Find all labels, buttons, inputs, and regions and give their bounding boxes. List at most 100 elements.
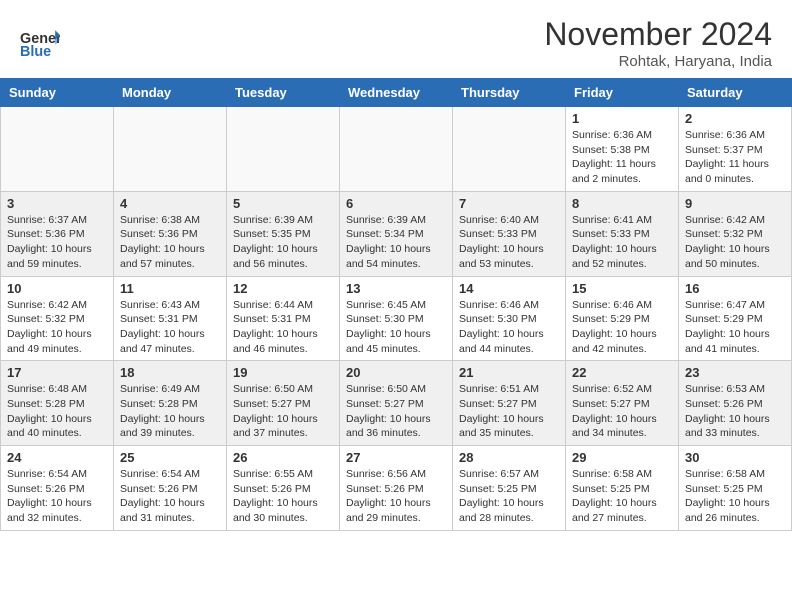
page-header: General Blue November 2024 Rohtak, Harya…	[0, 0, 792, 78]
day-number: 3	[7, 196, 107, 211]
calendar-row-0: 1 Sunrise: 6:36 AMSunset: 5:38 PMDaylight…	[1, 107, 792, 192]
weekday-header-wednesday: Wednesday	[340, 79, 453, 107]
calendar-row-2: 10Sunrise: 6:42 AMSunset: 5:32 PMDayligh…	[1, 276, 792, 361]
day-number: 17	[7, 365, 107, 380]
day-number: 1	[572, 111, 672, 126]
month-title: November 2024	[544, 16, 772, 53]
day-number: 9	[685, 196, 785, 211]
day-number: 16	[685, 281, 785, 296]
day-info: Sunrise: 6:56 AMSunset: 5:26 PMDaylight:…	[346, 467, 446, 526]
day-info: Sunrise: 6:45 AMSunset: 5:30 PMDaylight:…	[346, 298, 446, 357]
day-info: Sunrise: 6:39 AMSunset: 5:34 PMDaylight:…	[346, 213, 446, 272]
calendar-row-3: 17 Sunrise: 6:48 AMSunset: 5:28 PMDayligh…	[1, 361, 792, 446]
day-number: 21	[459, 365, 559, 380]
day-info: Sunrise: 6:58 AMSunset: 5:25 PMDaylight:…	[685, 467, 785, 526]
location: Rohtak, Haryana, India	[544, 53, 772, 70]
calendar-cell: 21 Sunrise: 6:51 AMSunset: 5:27 PMDayligh…	[453, 361, 566, 446]
day-number: 20	[346, 365, 446, 380]
weekday-header-saturday: Saturday	[679, 79, 792, 107]
calendar-cell: 10Sunrise: 6:42 AMSunset: 5:32 PMDayligh…	[1, 276, 114, 361]
day-info: Sunrise: 6:38 AMSunset: 5:36 PMDaylight:…	[120, 213, 220, 272]
calendar-cell	[453, 107, 566, 192]
day-info: Sunrise: 6:48 AMSunset: 5:28 PMDaylight:…	[7, 382, 107, 441]
calendar-cell	[340, 107, 453, 192]
calendar-cell: 8Sunrise: 6:41 AMSunset: 5:33 PMDaylight…	[566, 191, 679, 276]
day-info: Sunrise: 6:51 AMSunset: 5:27 PMDaylight:…	[459, 382, 559, 441]
day-info: Sunrise: 6:50 AMSunset: 5:27 PMDaylight:…	[233, 382, 333, 441]
day-number: 19	[233, 365, 333, 380]
day-info: Sunrise: 6:44 AMSunset: 5:31 PMDaylight:…	[233, 298, 333, 357]
day-info: Sunrise: 6:41 AMSunset: 5:33 PMDaylight:…	[572, 213, 672, 272]
calendar-cell: 27Sunrise: 6:56 AMSunset: 5:26 PMDayligh…	[340, 446, 453, 531]
calendar-cell: 30 Sunrise: 6:58 AMSunset: 5:25 PMDayligh…	[679, 446, 792, 531]
logo: General Blue	[20, 23, 60, 63]
day-info: Sunrise: 6:39 AMSunset: 5:35 PMDaylight:…	[233, 213, 333, 272]
day-info: Sunrise: 6:40 AMSunset: 5:33 PMDaylight:…	[459, 213, 559, 272]
day-info: Sunrise: 6:36 AMSunset: 5:37 PMDaylight:…	[685, 128, 785, 187]
calendar-cell: 17 Sunrise: 6:48 AMSunset: 5:28 PMDayligh…	[1, 361, 114, 446]
weekday-header-row: SundayMondayTuesdayWednesdayThursdayFrid…	[1, 79, 792, 107]
day-info: Sunrise: 6:42 AMSunset: 5:32 PMDaylight:…	[685, 213, 785, 272]
day-number: 25	[120, 450, 220, 465]
day-number: 11	[120, 281, 220, 296]
day-info: Sunrise: 6:57 AMSunset: 5:25 PMDaylight:…	[459, 467, 559, 526]
day-info: Sunrise: 6:58 AMSunset: 5:25 PMDaylight:…	[572, 467, 672, 526]
calendar-cell: 13 Sunrise: 6:45 AMSunset: 5:30 PMDayligh…	[340, 276, 453, 361]
calendar-cell	[1, 107, 114, 192]
day-number: 4	[120, 196, 220, 211]
calendar-cell	[227, 107, 340, 192]
title-area: November 2024 Rohtak, Haryana, India	[544, 16, 772, 70]
day-info: Sunrise: 6:54 AMSunset: 5:26 PMDaylight:…	[7, 467, 107, 526]
day-number: 30	[685, 450, 785, 465]
day-info: Sunrise: 6:54 AMSunset: 5:26 PMDaylight:…	[120, 467, 220, 526]
day-info: Sunrise: 6:47 AMSunset: 5:29 PMDaylight:…	[685, 298, 785, 357]
day-number: 15	[572, 281, 672, 296]
day-info: Sunrise: 6:46 AMSunset: 5:30 PMDaylight:…	[459, 298, 559, 357]
day-number: 18	[120, 365, 220, 380]
calendar-row-4: 24 Sunrise: 6:54 AMSunset: 5:26 PMDayligh…	[1, 446, 792, 531]
day-info: Sunrise: 6:50 AMSunset: 5:27 PMDaylight:…	[346, 382, 446, 441]
day-number: 29	[572, 450, 672, 465]
day-info: Sunrise: 6:36 AMSunset: 5:38 PMDaylight:…	[572, 128, 672, 187]
calendar-cell	[114, 107, 227, 192]
calendar-cell: 5 Sunrise: 6:39 AMSunset: 5:35 PMDaylight…	[227, 191, 340, 276]
calendar-cell: 9 Sunrise: 6:42 AMSunset: 5:32 PMDaylight…	[679, 191, 792, 276]
day-info: Sunrise: 6:43 AMSunset: 5:31 PMDaylight:…	[120, 298, 220, 357]
calendar-cell: 3 Sunrise: 6:37 AMSunset: 5:36 PMDaylight…	[1, 191, 114, 276]
calendar-cell: 24 Sunrise: 6:54 AMSunset: 5:26 PMDayligh…	[1, 446, 114, 531]
calendar-cell: 25 Sunrise: 6:54 AMSunset: 5:26 PMDayligh…	[114, 446, 227, 531]
calendar-cell: 2 Sunrise: 6:36 AMSunset: 5:37 PMDaylight…	[679, 107, 792, 192]
day-info: Sunrise: 6:37 AMSunset: 5:36 PMDaylight:…	[7, 213, 107, 272]
day-number: 5	[233, 196, 333, 211]
calendar-cell: 6 Sunrise: 6:39 AMSunset: 5:34 PMDaylight…	[340, 191, 453, 276]
calendar-cell: 29 Sunrise: 6:58 AMSunset: 5:25 PMDayligh…	[566, 446, 679, 531]
day-info: Sunrise: 6:53 AMSunset: 5:26 PMDaylight:…	[685, 382, 785, 441]
weekday-header-friday: Friday	[566, 79, 679, 107]
day-number: 13	[346, 281, 446, 296]
day-number: 23	[685, 365, 785, 380]
calendar-cell: 20 Sunrise: 6:50 AMSunset: 5:27 PMDayligh…	[340, 361, 453, 446]
logo-icon: General Blue	[20, 23, 60, 63]
calendar-cell: 15 Sunrise: 6:46 AMSunset: 5:29 PMDayligh…	[566, 276, 679, 361]
day-number: 14	[459, 281, 559, 296]
calendar-cell: 7Sunrise: 6:40 AMSunset: 5:33 PMDaylight…	[453, 191, 566, 276]
calendar-cell: 1 Sunrise: 6:36 AMSunset: 5:38 PMDaylight…	[566, 107, 679, 192]
svg-text:Blue: Blue	[20, 44, 51, 60]
weekday-header-sunday: Sunday	[1, 79, 114, 107]
calendar-cell: 19 Sunrise: 6:50 AMSunset: 5:27 PMDayligh…	[227, 361, 340, 446]
day-number: 6	[346, 196, 446, 211]
day-number: 12	[233, 281, 333, 296]
day-info: Sunrise: 6:49 AMSunset: 5:28 PMDaylight:…	[120, 382, 220, 441]
day-number: 24	[7, 450, 107, 465]
day-info: Sunrise: 6:46 AMSunset: 5:29 PMDaylight:…	[572, 298, 672, 357]
calendar-cell: 18 Sunrise: 6:49 AMSunset: 5:28 PMDayligh…	[114, 361, 227, 446]
weekday-header-thursday: Thursday	[453, 79, 566, 107]
day-number: 22	[572, 365, 672, 380]
calendar-cell: 12 Sunrise: 6:44 AMSunset: 5:31 PMDayligh…	[227, 276, 340, 361]
calendar-cell: 14 Sunrise: 6:46 AMSunset: 5:30 PMDayligh…	[453, 276, 566, 361]
calendar-cell: 4 Sunrise: 6:38 AMSunset: 5:36 PMDaylight…	[114, 191, 227, 276]
calendar-cell: 28Sunrise: 6:57 AMSunset: 5:25 PMDayligh…	[453, 446, 566, 531]
weekday-header-monday: Monday	[114, 79, 227, 107]
calendar-cell: 23 Sunrise: 6:53 AMSunset: 5:26 PMDayligh…	[679, 361, 792, 446]
day-number: 2	[685, 111, 785, 126]
